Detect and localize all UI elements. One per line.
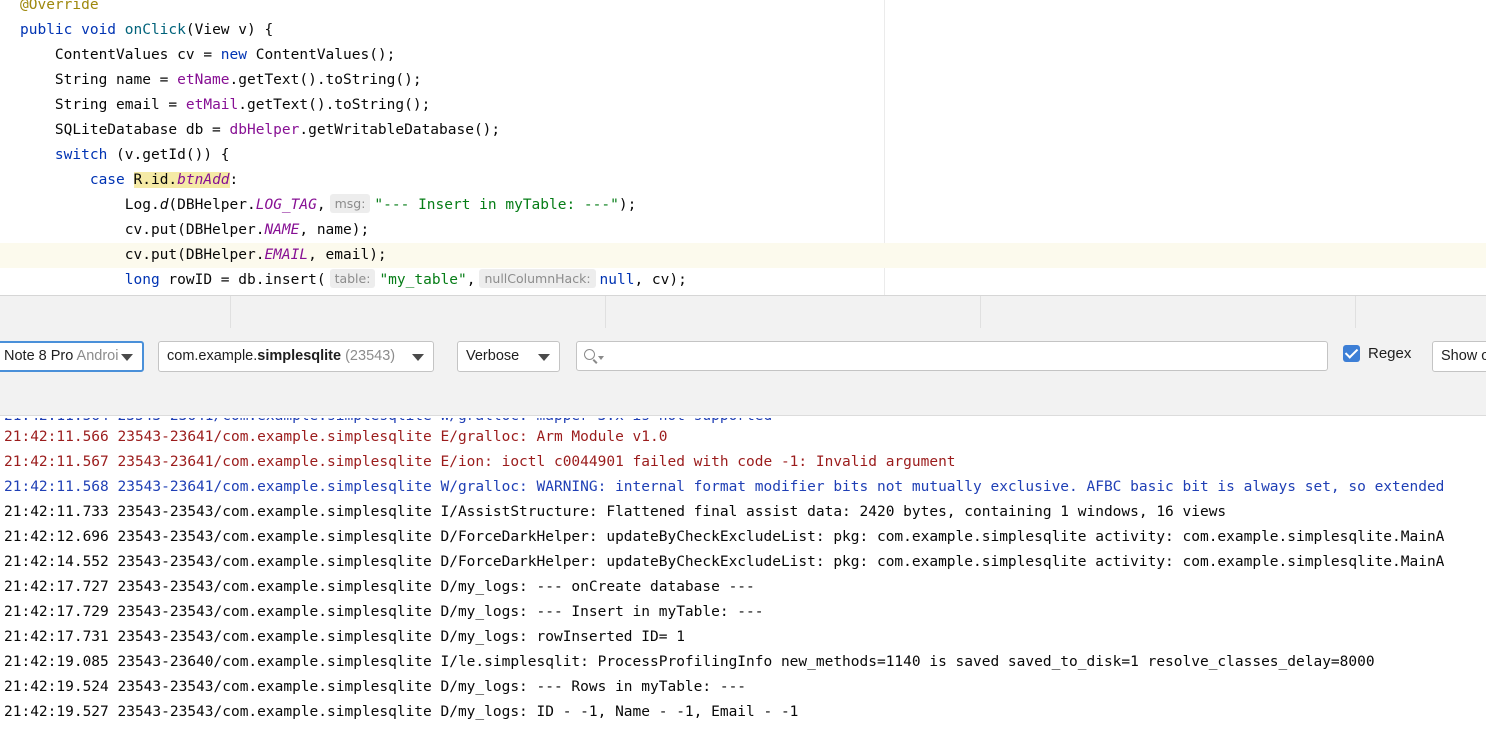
code-line[interactable]: Log.d(DBHelper.LOG_TAG, msg: "--- Insert i… <box>0 193 1486 218</box>
code-token: dbHelper <box>229 122 300 138</box>
header-divider <box>230 296 231 328</box>
code-token: , name); <box>299 222 370 238</box>
code-token: , <box>316 197 326 213</box>
code-line[interactable]: ContentValues cv = new ContentValues(); <box>0 43 1486 68</box>
log-level-value: Verbose <box>466 348 520 364</box>
code-token: btnAdd <box>177 172 230 188</box>
log-line[interactable]: 21:42:14.552 23543-23543/com.example.sim… <box>4 550 1444 575</box>
log-line[interactable]: 21:42:17.727 23543-23543/com.example.sim… <box>4 575 755 600</box>
code-token: Log. <box>20 197 160 213</box>
code-token: case <box>89 172 134 188</box>
code-token: String name = <box>20 72 178 88</box>
code-token: long <box>124 272 169 288</box>
code-token: cv.put(DBHelper. <box>20 222 265 238</box>
log-line[interactable]: 21:42:11.566 23543-23641/com.example.sim… <box>4 425 667 450</box>
code-token: cv.put(DBHelper. <box>20 247 265 263</box>
header-divider <box>1355 296 1356 328</box>
search-history-caret-icon[interactable] <box>598 356 604 360</box>
log-line[interactable]: 21:42:17.731 23543-23543/com.example.sim… <box>4 625 685 650</box>
code-token: @Override <box>20 0 99 13</box>
code-token: new <box>220 47 256 63</box>
log-line[interactable]: 21:42:11.733 23543-23543/com.example.sim… <box>4 500 1226 525</box>
device-select[interactable]: Note 8 Pro Androi <box>0 341 144 372</box>
code-token: (v.getId()) { <box>116 147 230 163</box>
log-line[interactable]: 21:42:12.696 23543-23543/com.example.sim… <box>4 525 1444 550</box>
chevron-down-icon <box>412 354 424 361</box>
process-name: simplesqlite <box>257 348 342 364</box>
log-line[interactable]: 21:42:11.567 23543-23641/com.example.sim… <box>4 450 956 475</box>
log-line[interactable]: 21:42:11.568 23543-23641/com.example.sim… <box>4 475 1444 500</box>
parameter-hint: nullColumnHack: <box>479 269 596 288</box>
device-os: Androi <box>76 348 119 364</box>
code-token: ContentValues(); <box>255 47 396 63</box>
code-token: switch <box>54 147 117 163</box>
process-select[interactable]: com.example.simplesqlite (23543) <box>158 341 434 372</box>
code-token: etMail <box>185 97 239 113</box>
code-editor[interactable]: @Override public void onClick(View v) { C… <box>0 0 1486 295</box>
log-line[interactable]: 21:42:19.085 23543-23640/com.example.sim… <box>4 650 1375 675</box>
code-token: .getText().toString(); <box>229 72 422 88</box>
code-line[interactable]: public void onClick(View v) { <box>0 18 1486 43</box>
code-line[interactable]: case R.id.btnAdd: <box>0 168 1486 193</box>
log-line[interactable]: 21:42:19.524 23543-23543/com.example.sim… <box>4 675 746 700</box>
code-line[interactable]: cv.put(DBHelper.NAME, name); <box>0 218 1486 243</box>
code-token: , email); <box>308 247 387 263</box>
regex-label: Regex <box>1368 345 1412 362</box>
code-token: ContentValues cv = <box>20 47 221 63</box>
code-line[interactable]: @Override <box>0 0 1486 18</box>
code-token: null <box>599 272 635 288</box>
code-token: etName <box>177 72 230 88</box>
code-token: LOG_TAG <box>255 197 317 213</box>
code-token: EMAIL <box>264 247 309 263</box>
code-token: ); <box>618 197 637 213</box>
log-level-select[interactable]: Verbose <box>457 341 560 372</box>
log-line[interactable]: 21:42:17.729 23543-23543/com.example.sim… <box>4 600 764 625</box>
header-divider <box>980 296 981 328</box>
logcat-toolbar: Note 8 Pro Androi com.example.simplesqli… <box>0 328 1486 416</box>
code-token: rowID = db.insert( <box>168 272 326 288</box>
code-token: , cv); <box>634 272 687 288</box>
parameter-hint: table: <box>329 269 376 288</box>
process-pid: (23543) <box>341 348 396 364</box>
logcat-output[interactable]: 21:42:11.564 23543-23641/com.example.sim… <box>0 417 1486 738</box>
code-token: : <box>229 172 239 188</box>
search-icon[interactable] <box>584 349 595 360</box>
code-token: String email = <box>20 97 186 113</box>
code-line[interactable]: String email = etMail.getText().toString… <box>0 93 1486 118</box>
code-line[interactable]: String name = etName.getText().toString(… <box>0 68 1486 93</box>
chevron-down-icon <box>538 354 550 361</box>
code-token: R.id. <box>133 172 178 188</box>
header-divider <box>605 296 606 328</box>
code-token: , <box>466 272 476 288</box>
code-line[interactable]: cv.put(DBHelper.EMAIL, email); <box>0 243 1486 268</box>
code-token: .getText().toString(); <box>238 97 431 113</box>
log-line[interactable]: 21:42:19.527 23543-23543/com.example.sim… <box>4 700 798 725</box>
code-line[interactable]: switch (v.getId()) { <box>0 143 1486 168</box>
code-line[interactable]: SQLiteDatabase db = dbHelper.getWritable… <box>0 118 1486 143</box>
parameter-hint: msg: <box>329 194 371 213</box>
code-token: NAME <box>264 222 300 238</box>
show-filter-select[interactable]: Show o <box>1432 341 1486 372</box>
code-token: .getWritableDatabase(); <box>299 122 501 138</box>
code-line[interactable]: long rowID = db.insert(table: "my_table",… <box>0 268 1486 293</box>
device-name: Note 8 Pro <box>4 348 77 364</box>
tool-window-header <box>0 295 1486 328</box>
chevron-down-icon <box>121 354 133 361</box>
code-token: onClick <box>124 22 186 38</box>
code-token: SQLiteDatabase db = <box>20 122 230 138</box>
regex-checkbox[interactable] <box>1343 345 1360 362</box>
code-token: (View v) { <box>185 22 274 38</box>
code-token: "my_table" <box>379 272 467 288</box>
code-token: public void <box>20 22 125 38</box>
code-token: "--- Insert in myTable: ---" <box>374 197 619 213</box>
show-filter-label: Show o <box>1441 348 1486 364</box>
code-token: (DBHelper. <box>168 197 256 213</box>
process-prefix: com.example. <box>167 348 258 364</box>
log-search-input[interactable] <box>576 341 1328 371</box>
